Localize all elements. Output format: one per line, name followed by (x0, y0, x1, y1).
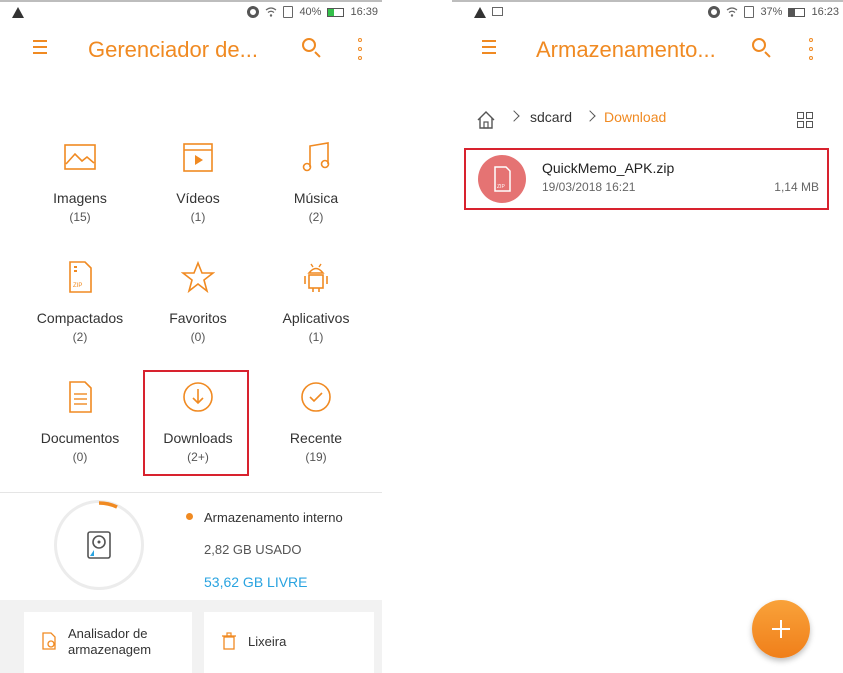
trash-label: Lixeira (248, 634, 287, 649)
hard-drive-icon (87, 531, 111, 559)
menu-button[interactable] (33, 40, 47, 54)
search-button[interactable] (302, 38, 322, 58)
storage-analyzer-label: Analisador de armazenagem (68, 626, 152, 657)
battery-percent: 37% (760, 6, 783, 18)
category-count: (1) (308, 330, 324, 344)
breadcrumb: sdcard Download (452, 102, 843, 142)
category-label: Imagens (53, 190, 107, 206)
category-label: Aplicativos (282, 310, 350, 326)
menu-button[interactable] (482, 40, 496, 54)
category-count: (0) (190, 330, 206, 344)
file-date: 19/03/2018 16:21 (542, 180, 636, 194)
category-compressed[interactable]: ZIP Compactados (2) (30, 260, 130, 360)
search-button[interactable] (752, 38, 772, 58)
svg-text:ZIP: ZIP (73, 283, 82, 289)
category-label: Recente (289, 430, 343, 446)
wifi-icon (266, 7, 277, 17)
zip-file-icon: ZIP (69, 261, 92, 293)
document-icon (69, 381, 92, 413)
status-bar: 40% 16:39 (0, 2, 382, 26)
screenshot-stage: 40% 16:39 Gerenciador de... Imagens (15)… (0, 0, 843, 673)
file-name: QuickMemo_APK.zip (542, 160, 675, 176)
battery-icon (788, 7, 806, 17)
breadcrumb-download[interactable]: Download (604, 109, 666, 125)
zip-file-icon: ZIP (478, 155, 526, 203)
category-images[interactable]: Imagens (15) (30, 140, 130, 240)
star-icon (181, 260, 215, 294)
page-title: Armazenamento... (536, 37, 716, 62)
home-icon[interactable] (476, 110, 496, 130)
category-count: (19) (305, 450, 327, 464)
chevron-right-icon (584, 110, 596, 122)
gallery-notification-icon (492, 7, 503, 16)
category-count: (0) (72, 450, 88, 464)
warning-icon (12, 7, 24, 18)
category-count: (2) (308, 210, 324, 224)
storage-free: 53,62 GB LIVRE (204, 574, 308, 590)
storage-analyzer-card[interactable]: Analisador de armazenagem (24, 612, 192, 673)
bottom-tools: Analisador de armazenagem Lixeira (0, 600, 382, 673)
clock: 16:39 (350, 6, 378, 18)
category-label: Compactados (36, 310, 124, 326)
video-icon (183, 143, 213, 172)
category-recent[interactable]: Recente (19) (266, 380, 366, 480)
category-documents[interactable]: Documentos (0) (30, 380, 130, 480)
android-icon (304, 263, 328, 292)
downloads-highlight-box (143, 370, 249, 476)
toolbar: Gerenciador de... (0, 26, 382, 74)
more-options-button[interactable] (808, 38, 814, 60)
file-manager-home-screen: 40% 16:39 Gerenciador de... Imagens (15)… (0, 0, 382, 673)
check-circle-icon (301, 382, 331, 412)
file-row[interactable]: ZIP QuickMemo_APK.zip 19/03/2018 16:21 1… (464, 148, 829, 210)
sync-icon (247, 6, 260, 18)
trash-icon (222, 632, 236, 650)
storage-legend-dot (186, 513, 193, 520)
status-bar: 37% 16:23 (452, 2, 843, 26)
category-apps[interactable]: Aplicativos (1) (266, 260, 366, 360)
category-label: Vídeos (176, 190, 220, 206)
clock: 16:23 (811, 6, 839, 18)
category-music[interactable]: Música (2) (266, 140, 366, 240)
category-favorites[interactable]: Favoritos (0) (148, 260, 248, 360)
sim-icon (744, 6, 755, 18)
page-title: Gerenciador de... (88, 37, 258, 62)
sim-icon (283, 6, 294, 18)
breadcrumb-sdcard[interactable]: sdcard (530, 109, 572, 125)
download-folder-screen: 37% 16:23 Armazenamento... sdcard Downlo… (452, 0, 843, 673)
category-count: (15) (69, 210, 91, 224)
chevron-right-icon (508, 110, 520, 122)
storage-name: Armazenamento interno (204, 510, 343, 525)
grid-view-toggle[interactable] (797, 112, 813, 128)
category-label: Documentos (40, 430, 120, 446)
music-note-icon (302, 142, 330, 172)
wifi-icon (727, 7, 738, 17)
category-label: Música (293, 190, 339, 206)
more-options-button[interactable] (357, 38, 363, 60)
trash-card[interactable]: Lixeira (204, 612, 374, 673)
category-count: (2) (72, 330, 88, 344)
storage-used: 2,82 GB USADO (204, 542, 302, 557)
category-label: Favoritos (169, 310, 227, 326)
internal-storage-panel[interactable]: Armazenamento interno 2,82 GB USADO 53,6… (0, 492, 382, 600)
category-count: (1) (190, 210, 206, 224)
image-icon (64, 144, 96, 170)
category-videos[interactable]: Vídeos (1) (148, 140, 248, 240)
battery-icon (327, 7, 345, 17)
add-button[interactable] (752, 600, 810, 658)
battery-percent: 40% (299, 6, 322, 18)
warning-icon (474, 7, 486, 18)
storage-analyzer-icon (42, 632, 56, 650)
toolbar: Armazenamento... (452, 26, 843, 74)
file-size: 1,14 MB (774, 180, 819, 194)
sync-icon (708, 6, 721, 18)
svg-text:ZIP: ZIP (497, 184, 505, 190)
